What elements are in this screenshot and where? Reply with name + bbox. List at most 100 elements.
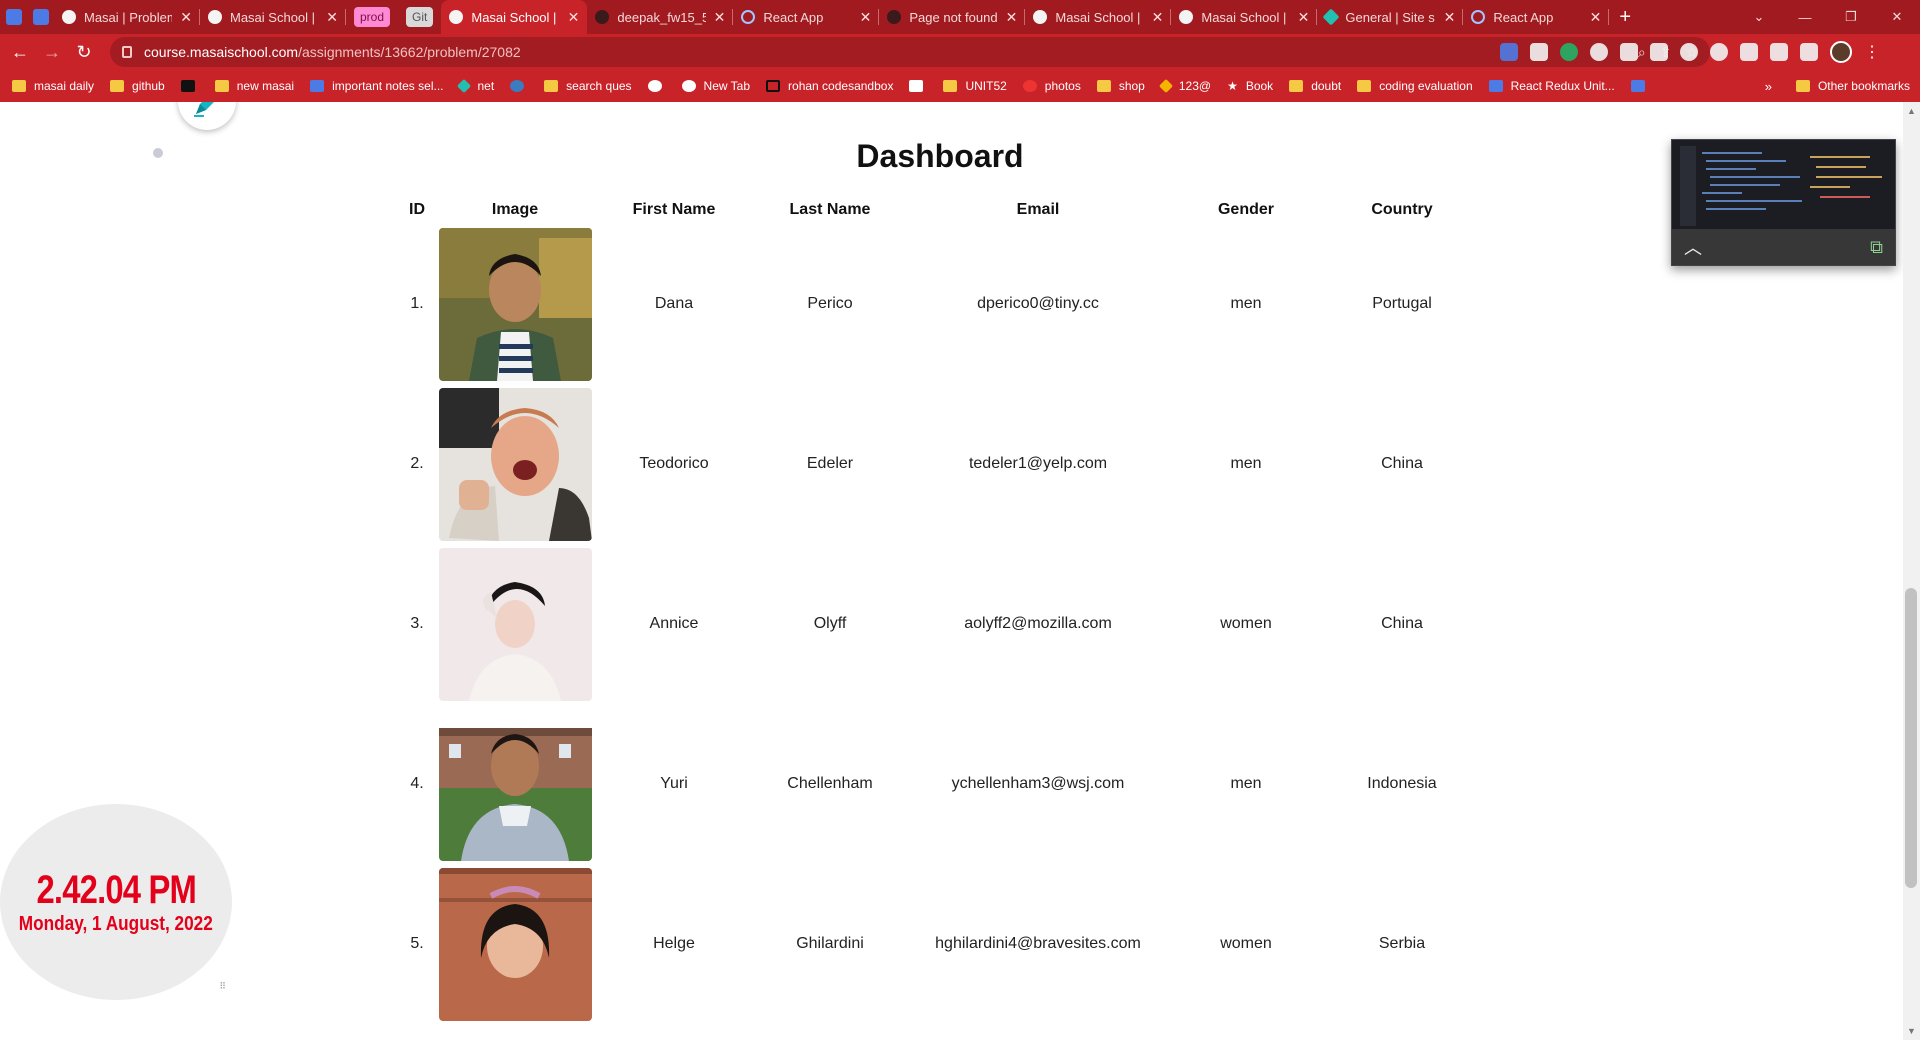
chevron-up-icon[interactable]: ︿: [1684, 234, 1702, 260]
close-tab-icon[interactable]: ✕: [1590, 9, 1602, 26]
cell-gender: men: [1230, 295, 1262, 312]
browser-tab[interactable]: React App ✕: [1463, 0, 1610, 34]
close-tab-icon[interactable]: ✕: [1006, 9, 1018, 26]
lock-icon[interactable]: [122, 46, 132, 58]
browser-tab[interactable]: General | Site s ✕: [1317, 0, 1464, 34]
clock-time: 2.42.04 PM: [36, 868, 196, 912]
pen-extension-icon[interactable]: [1740, 43, 1758, 61]
cell-first-name: Helge: [653, 935, 695, 952]
cell-gender: men: [1230, 455, 1262, 472]
formula-extension-icon[interactable]: [1620, 43, 1638, 61]
close-tab-icon[interactable]: ✕: [714, 9, 726, 26]
extensions-puzzle-icon[interactable]: [1770, 43, 1788, 61]
close-tab-icon[interactable]: ✕: [860, 9, 872, 26]
bookmark-item[interactable]: [510, 80, 532, 92]
browser-tab[interactable]: Masai School | ✕: [1171, 0, 1318, 34]
menu-kebab-icon[interactable]: ⋮: [1864, 42, 1880, 62]
tab-group-prod[interactable]: prod: [354, 7, 391, 27]
minimize-button[interactable]: —: [1782, 10, 1828, 25]
close-window-button[interactable]: ✕: [1874, 9, 1920, 25]
extension-icon[interactable]: [1530, 43, 1548, 61]
users-table: ID Image First Name Last Name Email Gend…: [400, 196, 1480, 1024]
screen-capture-icon[interactable]: [1650, 43, 1668, 61]
reload-button[interactable]: ↻: [68, 42, 100, 63]
cell-id: 3.: [410, 615, 424, 632]
close-tab-icon[interactable]: ✕: [1152, 9, 1164, 26]
forward-button[interactable]: →: [36, 42, 68, 63]
tab-list-chevron-icon[interactable]: ⌄: [1736, 9, 1782, 25]
scroll-up-arrow-icon[interactable]: ▲: [1907, 106, 1916, 116]
translate-tab-button[interactable]: [27, 0, 54, 34]
scroll-down-arrow-icon[interactable]: ▼: [1907, 1026, 1916, 1036]
bookmark-label: search ques: [566, 79, 632, 93]
browser-tab[interactable]: Masai School | ✕: [441, 0, 588, 34]
scrollbar-thumb[interactable]: [1905, 588, 1917, 888]
bookmark-item[interactable]: rohan codesandbox: [766, 79, 893, 93]
browser-tab[interactable]: Masai School | ✕: [1025, 0, 1172, 34]
back-to-tab-icon[interactable]: ⧉: [1870, 237, 1883, 258]
folder-icon: [544, 80, 559, 92]
bookmark-item[interactable]: doubt: [1289, 79, 1341, 93]
browser-tab[interactable]: Masai | Problem ✕: [54, 0, 200, 34]
bookmark-item[interactable]: [909, 80, 931, 92]
browser-tab[interactable]: Page not found ✕: [879, 0, 1026, 34]
cell-country: Serbia: [1378, 935, 1426, 952]
bookmark-item[interactable]: new masai: [214, 79, 294, 93]
bookmark-item[interactable]: 123@: [1158, 78, 1211, 94]
grammarly-icon[interactable]: [1560, 43, 1578, 61]
bookmark-item[interactable]: coding evaluation: [1357, 79, 1473, 93]
bookmark-item[interactable]: net: [457, 78, 494, 94]
new-tab-button[interactable]: +: [1619, 6, 1631, 29]
url-text[interactable]: course.masaischool.com/assignments/13662…: [144, 44, 521, 60]
bookmark-item[interactable]: github: [110, 79, 165, 93]
drive-icon: [1158, 78, 1173, 94]
cell-first-name: Yuri: [660, 775, 688, 792]
browser-tab[interactable]: Masai School | ✕: [200, 0, 346, 34]
back-button[interactable]: ←: [4, 42, 36, 63]
side-panel-icon[interactable]: [1800, 43, 1818, 61]
picture-in-picture-window[interactable]: ︿ ⧉: [1671, 139, 1896, 266]
tab-search-button[interactable]: [0, 0, 27, 34]
tab-title: Masai School |: [230, 9, 316, 25]
bookmark-item[interactable]: New Tab: [681, 79, 750, 93]
more-bookmarks-button[interactable]: »: [1765, 79, 1772, 94]
bookmark-item[interactable]: [1630, 80, 1653, 92]
bookmark-label: Book: [1245, 79, 1274, 93]
bookmark-item[interactable]: React Redux Unit...: [1488, 79, 1615, 93]
other-bookmarks[interactable]: Other bookmarks: [1795, 79, 1910, 93]
bookmark-item[interactable]: photos: [1022, 79, 1081, 93]
column-header-id: ID: [409, 201, 425, 218]
docs-icon: [5, 9, 22, 25]
bookmark-item[interactable]: important notes sel...: [310, 79, 443, 93]
record-extension-icon[interactable]: [1680, 43, 1698, 61]
profile-avatar[interactable]: [1830, 41, 1852, 63]
folder-icon: [214, 80, 229, 92]
bookmark-item[interactable]: ★ Book: [1227, 79, 1273, 93]
vertical-scrollbar[interactable]: ▲ ▼: [1903, 102, 1920, 1040]
bookmark-item[interactable]: masai daily: [12, 79, 94, 93]
translate-extension-icon[interactable]: [1500, 43, 1518, 61]
browser-tab[interactable]: deepak_fw15_5 ✕: [587, 0, 734, 34]
browser-tab[interactable]: React App ✕: [733, 0, 880, 34]
restore-button[interactable]: ❐: [1828, 9, 1874, 25]
bookmark-item[interactable]: shop: [1096, 79, 1145, 93]
cell-gender: men: [1230, 775, 1262, 792]
folder-icon: [1289, 80, 1304, 92]
resize-grip-icon[interactable]: ⠿: [219, 981, 226, 992]
table-row: 4. Yuri Chellenham ychellenham3@wsj.com …: [400, 704, 1480, 864]
close-tab-icon[interactable]: ✕: [326, 9, 338, 26]
close-tab-icon[interactable]: ✕: [1444, 9, 1456, 26]
bookmark-item[interactable]: UNIT52: [943, 79, 1007, 93]
bookmark-item[interactable]: search ques: [544, 79, 632, 93]
close-tab-icon[interactable]: ✕: [568, 9, 580, 26]
close-tab-icon[interactable]: ✕: [1298, 9, 1310, 26]
react-devtools-icon[interactable]: [1590, 43, 1608, 61]
bookmark-item[interactable]: [647, 80, 670, 92]
address-bar[interactable]: course.masaischool.com/assignments/13662…: [110, 37, 1710, 67]
eyes-extension-icon[interactable]: [1710, 43, 1728, 61]
tab-group-git[interactable]: Git: [406, 7, 434, 27]
github-icon: [595, 10, 610, 24]
annotate-pen-button[interactable]: [178, 102, 236, 130]
close-tab-icon[interactable]: ✕: [180, 9, 192, 26]
bookmark-item[interactable]: [180, 80, 203, 92]
